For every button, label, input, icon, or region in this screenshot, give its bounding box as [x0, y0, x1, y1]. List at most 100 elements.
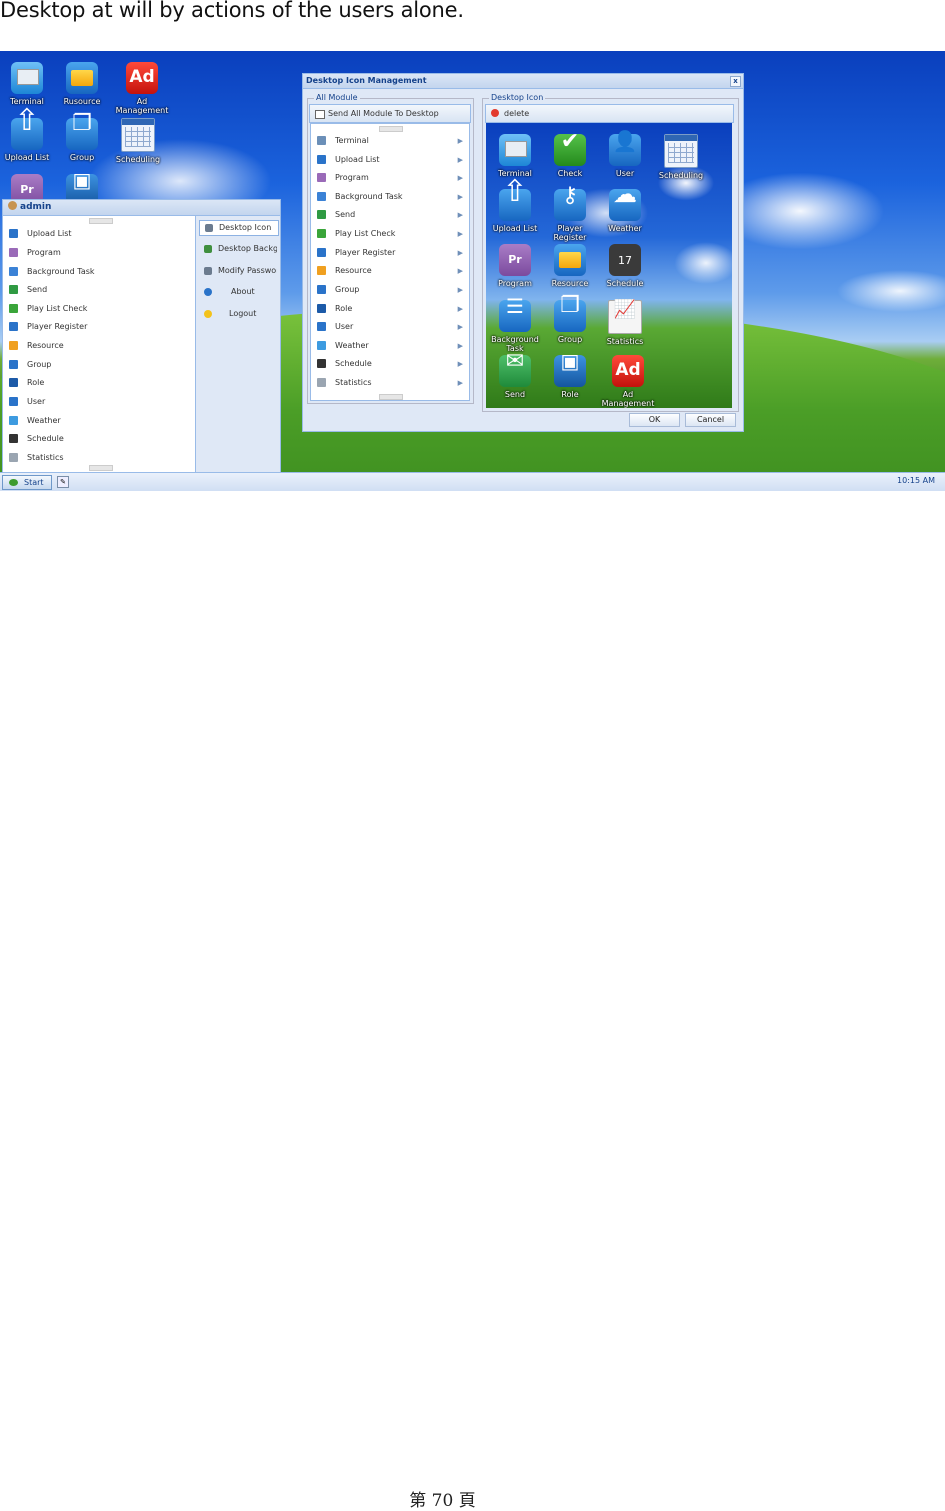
start-menu: admin Upload List Program Background Tas… — [2, 199, 281, 474]
close-icon[interactable]: x — [730, 76, 741, 87]
start-menu-item[interactable]: Weather — [3, 412, 195, 430]
window-titlebar[interactable]: Desktop Icon Management x — [303, 74, 743, 89]
player-register-icon — [317, 248, 326, 257]
group-icon — [317, 285, 326, 294]
scheduling-icon — [664, 134, 698, 168]
program-icon: Pr — [499, 244, 531, 276]
module-item[interactable]: Player Register ▶ — [311, 244, 469, 262]
program-icon — [317, 173, 326, 182]
desktop-icon-label: Group — [69, 153, 95, 162]
scroll-down-button[interactable] — [89, 465, 113, 471]
arrow-right-icon: ▶ — [457, 323, 463, 331]
start-menu-item[interactable]: Upload List — [3, 225, 195, 243]
send-icon — [315, 110, 325, 119]
start-menu-item[interactable]: Send — [3, 281, 195, 299]
start-menu-item[interactable]: Resource — [3, 337, 195, 355]
module-item[interactable]: Terminal ▶ — [311, 132, 469, 150]
start-menu-item[interactable]: Program — [3, 244, 195, 262]
desktop-icon-preview: Terminal Check User Scheduling Upload Li… — [486, 123, 732, 408]
module-item[interactable]: Upload List ▶ — [311, 151, 469, 169]
preview-icon[interactable]: User — [598, 134, 652, 178]
upload-list-icon — [317, 155, 326, 164]
delete-button[interactable]: delete — [485, 104, 734, 123]
group-icon — [554, 300, 586, 332]
start-menu-item[interactable]: Schedule — [3, 430, 195, 448]
arrow-right-icon: ▶ — [457, 174, 463, 182]
module-item[interactable]: Role ▶ — [311, 300, 469, 318]
preview-icon[interactable]: Background Task — [488, 300, 542, 353]
desktop-screenshot: Terminal Rusource Ad Ad Management Uploa… — [0, 51, 945, 491]
start-menu-item[interactable]: Group — [3, 356, 195, 374]
arrow-right-icon: ▶ — [457, 211, 463, 219]
scroll-up-button[interactable] — [89, 218, 113, 224]
desktop-icon-upload-list[interactable]: Upload List — [3, 116, 51, 162]
desktop-icon-terminal[interactable]: Terminal — [3, 62, 51, 106]
start-menu-item[interactable]: Play List Check — [3, 300, 195, 318]
module-item[interactable]: Weather ▶ — [311, 337, 469, 355]
preview-icon[interactable]: Upload List — [488, 187, 542, 233]
module-item[interactable]: Play List Check ▶ — [311, 225, 469, 243]
about-tool[interactable]: About — [199, 285, 277, 299]
preview-icon[interactable]: Check — [543, 134, 597, 178]
desktop-icon-resource[interactable]: Rusource — [58, 62, 106, 106]
preview-icon[interactable]: Statistics — [598, 300, 652, 346]
ad-management-icon: Ad — [612, 355, 644, 387]
background-task-icon — [317, 192, 326, 201]
program-icon — [9, 248, 18, 257]
all-module-list: Terminal ▶ Upload List ▶ Program ▶ Backgrou… — [310, 123, 470, 401]
modify-password-tool[interactable]: Modify Passwon — [199, 264, 277, 278]
preview-icon[interactable]: Ad Ad Management — [598, 355, 658, 408]
logout-tool[interactable]: Logout — [199, 307, 277, 321]
edit-icon — [204, 267, 212, 275]
background-task-icon — [499, 300, 531, 332]
send-all-module-button[interactable]: Send All Module To Desktop — [309, 104, 471, 123]
start-menu-item[interactable]: Role — [3, 374, 195, 392]
user-icon — [609, 134, 641, 166]
module-item[interactable]: Group ▶ — [311, 281, 469, 299]
start-menu-item[interactable]: Background Task — [3, 263, 195, 281]
start-menu-user: admin — [20, 202, 52, 212]
cancel-button[interactable]: Cancel — [685, 413, 736, 427]
desktop-icon-tool[interactable]: Desktop Icon — [199, 220, 279, 236]
desktop-icon-ad-management[interactable]: Ad Ad Management — [114, 62, 170, 115]
upload-list-icon — [9, 229, 18, 238]
module-item[interactable]: User ▶ — [311, 318, 469, 336]
terminal-icon — [11, 62, 43, 94]
clock: 10:15 AM — [897, 476, 935, 485]
module-item[interactable]: Statistics ▶ — [311, 374, 469, 392]
start-button[interactable]: Start — [2, 475, 52, 490]
module-item[interactable]: Send ▶ — [311, 206, 469, 224]
start-menu-item[interactable]: User — [3, 393, 195, 411]
start-menu-item[interactable]: Player Register — [3, 318, 195, 336]
preview-icon[interactable]: 17 Schedule — [598, 244, 652, 288]
arrow-right-icon: ▶ — [457, 156, 463, 164]
preview-icon[interactable]: Group — [543, 300, 597, 344]
preview-icon[interactable]: Player Register — [543, 189, 597, 242]
ok-button[interactable]: OK — [629, 413, 680, 427]
group-icon — [66, 118, 98, 150]
desktop-icon-scheduling[interactable]: Scheduling — [114, 118, 162, 164]
preview-icon[interactable]: Send — [488, 355, 542, 399]
desktop-icon-group[interactable]: Group — [58, 118, 106, 162]
preview-icon[interactable]: Terminal — [488, 134, 542, 178]
send-icon — [9, 285, 18, 294]
preview-icon[interactable]: Role — [543, 355, 597, 399]
desktop-background-tool[interactable]: Desktop Backgn — [199, 242, 277, 256]
preview-icon[interactable]: Pr Program — [488, 244, 542, 288]
arrow-right-icon: ▶ — [457, 249, 463, 257]
delete-icon — [491, 109, 499, 117]
module-item[interactable]: Background Task ▶ — [311, 188, 469, 206]
module-item[interactable]: Program ▶ — [311, 169, 469, 187]
arrow-right-icon: ▶ — [457, 305, 463, 313]
preview-icon[interactable]: Scheduling — [654, 134, 708, 180]
page-footer: 第 70 頁 — [409, 1491, 476, 1511]
send-icon — [317, 210, 326, 219]
module-item[interactable]: Schedule ▶ — [311, 355, 469, 373]
scroll-down-button[interactable] — [379, 394, 403, 400]
resource-icon — [317, 266, 326, 275]
preview-icon[interactable]: Resource — [543, 244, 597, 288]
module-item[interactable]: Resource ▶ — [311, 262, 469, 280]
preview-icon[interactable]: Weather — [598, 189, 652, 233]
weather-icon — [9, 416, 18, 425]
edit-icon[interactable]: ✎ — [57, 476, 69, 488]
